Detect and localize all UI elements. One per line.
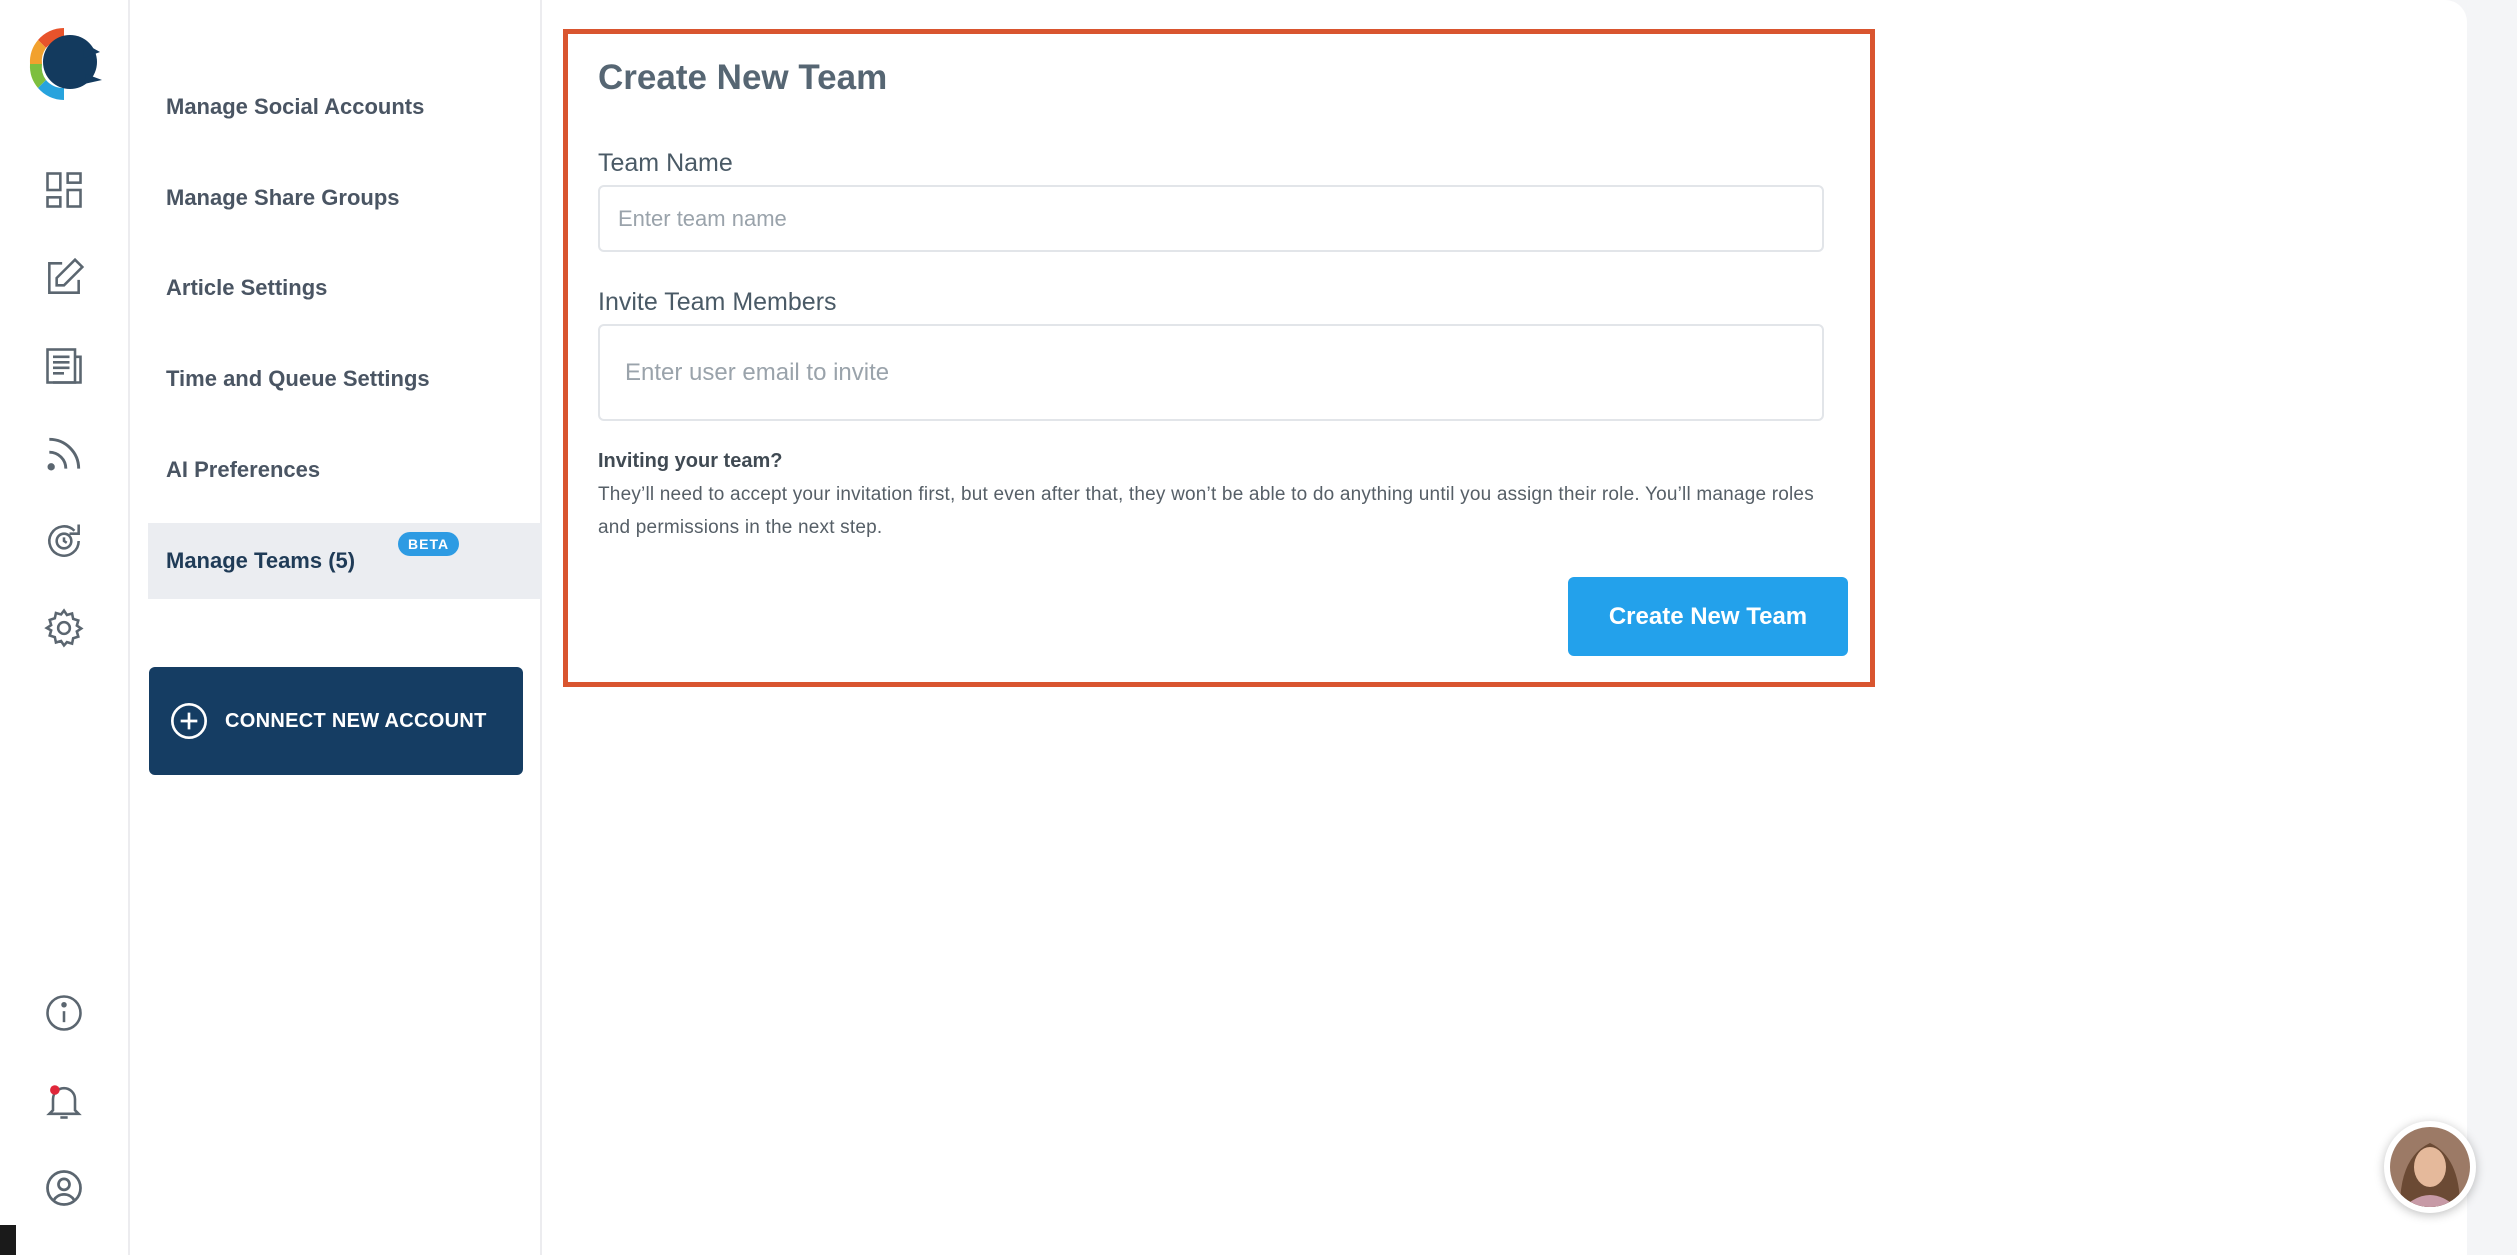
create-team-card: Create New Team Team Name Invite Team Me… (563, 29, 1875, 687)
queue-icon[interactable] (40, 517, 88, 565)
create-new-team-button[interactable]: Create New Team (1568, 577, 1848, 656)
invite-note-body: They’ll need to accept your invitation f… (598, 484, 1814, 538)
chat-support-avatar[interactable] (2384, 1121, 2476, 1213)
main-content: Create New Team Team Name Invite Team Me… (542, 0, 2467, 1255)
connect-new-account-label: CONNECT NEW ACCOUNT (225, 709, 487, 732)
team-name-label: Team Name (598, 149, 733, 177)
nav-item-label: Manage Teams (5) (166, 548, 356, 573)
nav-item-manage-teams[interactable]: Manage Teams (5) BETA (148, 523, 542, 599)
connect-new-account-button[interactable]: CONNECT NEW ACCOUNT (149, 667, 523, 775)
window-corner (0, 1225, 16, 1255)
plus-circle-icon (171, 703, 207, 739)
beta-badge: BETA (398, 532, 460, 556)
nav-item-label: Manage Social Accounts (166, 94, 425, 119)
user-profile-icon[interactable] (40, 1164, 88, 1212)
settings-icon[interactable] (40, 604, 88, 652)
app-root: Manage Social Accounts Manage Share Grou… (0, 0, 2517, 1255)
compose-icon[interactable] (40, 254, 88, 302)
nav-item-manage-share-groups[interactable]: Manage Share Groups (148, 160, 542, 236)
nav-item-label: Manage Share Groups (166, 185, 400, 210)
support-agent-avatar-icon (2390, 1127, 2470, 1207)
nav-item-label: Time and Queue Settings (166, 366, 430, 391)
nav-item-time-queue-settings[interactable]: Time and Queue Settings (148, 341, 542, 417)
team-name-input[interactable] (598, 185, 1824, 252)
app-logo[interactable] (24, 22, 104, 104)
nav-item-ai-preferences[interactable]: AI Preferences (148, 432, 542, 508)
nav-item-label: AI Preferences (166, 457, 321, 482)
invite-members-label: Invite Team Members (598, 288, 837, 316)
articles-icon[interactable] (40, 342, 88, 390)
page-title: Create New Team (598, 58, 888, 97)
invite-note-title: Inviting your team? (598, 450, 783, 472)
rss-icon[interactable] (40, 430, 88, 478)
icon-rail (0, 0, 130, 1255)
dashboard-icon[interactable] (40, 166, 88, 214)
notification-bell-icon[interactable] (40, 1077, 88, 1125)
info-icon[interactable] (40, 989, 88, 1037)
nav-item-manage-social-accounts[interactable]: Manage Social Accounts (148, 69, 542, 145)
nav-item-label: Article Settings (166, 275, 328, 300)
settings-nav: Manage Social Accounts Manage Share Grou… (130, 0, 542, 1255)
nav-item-article-settings[interactable]: Article Settings (148, 250, 542, 326)
invite-email-input[interactable] (598, 324, 1824, 421)
